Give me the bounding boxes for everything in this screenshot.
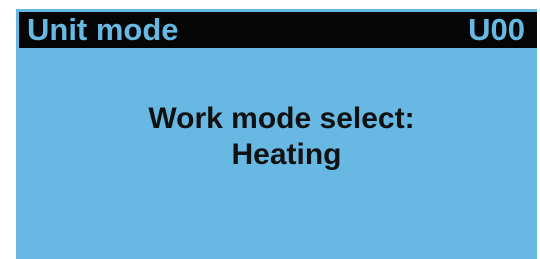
screen-header: Unit mode U00 [19,12,537,48]
work-mode-value: Heating [231,138,342,171]
screen-code: U00 [468,12,525,47]
work-mode-label: Work mode select: [148,102,415,135]
mode-display: Work mode select: Heating [16,101,537,173]
lcd-screen: Unit mode U00 Work mode select: Heating [16,9,537,259]
screen-title: Unit mode [27,12,179,47]
